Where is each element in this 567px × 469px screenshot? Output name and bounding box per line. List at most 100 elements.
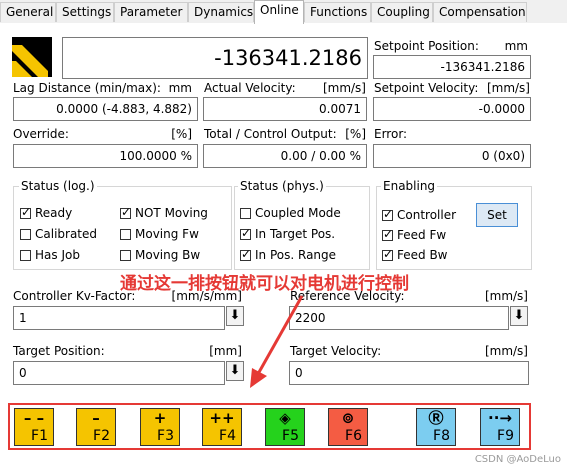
plus-icon: + — [153, 409, 167, 427]
has-job-label: Has Job — [35, 248, 80, 262]
in-pos-range-checkbox: In Pos. Range — [240, 247, 337, 262]
tab-parameter[interactable]: Parameter — [114, 2, 188, 22]
error-label: Error: — [374, 127, 408, 141]
lag-distance-field: 0.0000 (-4.883, 4.882) — [13, 97, 198, 121]
tab-coupling[interactable]: Coupling — [371, 2, 433, 22]
checkbox-checked-icon — [240, 247, 251, 261]
f9-reference-button[interactable]: ··→ F9 — [480, 408, 520, 446]
double-minus-icon: – – — [23, 409, 45, 427]
enabling-title: Enabling — [381, 179, 438, 193]
checkbox-checked-icon — [382, 207, 393, 221]
tab-online[interactable]: Online — [254, 0, 304, 24]
ready-checkbox: Ready — [20, 205, 73, 220]
f8-reset-button[interactable]: Ⓡ F8 — [416, 408, 456, 446]
status-log-title: Status (log.) — [19, 179, 97, 193]
checkbox-unchecked-icon — [120, 229, 131, 240]
setpoint-position-field: -136341.2186 — [373, 55, 531, 79]
checkbox-unchecked-icon — [240, 208, 251, 219]
override-unit: [%] — [171, 127, 192, 141]
reference-velocity-apply-button[interactable]: ⬇ — [510, 306, 528, 326]
f9-label: F9 — [497, 428, 514, 444]
controller-enable-checkbox[interactable]: Controller — [382, 207, 457, 222]
moving-bw-checkbox: Moving Bw — [120, 248, 200, 262]
target-velocity-input[interactable]: 0 — [289, 361, 529, 385]
actual-position-display: -136341.2186 — [62, 37, 368, 79]
checkbox-checked-icon — [20, 205, 31, 219]
tab-settings[interactable]: Settings — [56, 2, 114, 22]
kv-factor-unit: [mm/s/mm] — [171, 289, 242, 303]
calibrated-label: Calibrated — [35, 227, 98, 241]
f8-label: F8 — [433, 428, 450, 444]
setpoint-velocity-field: -0.0000 — [373, 97, 531, 121]
in-target-pos-checkbox: In Target Pos. — [240, 226, 336, 241]
actual-velocity-field: 0.0071 — [203, 97, 367, 121]
reference-velocity-unit: [mm/s] — [484, 289, 528, 303]
moving-fw-label: Moving Fw — [135, 227, 199, 241]
in-pos-range-label: In Pos. Range — [255, 248, 337, 262]
total-output-unit: [%] — [345, 127, 366, 141]
feed-fw-label: Feed Fw — [397, 228, 447, 242]
target-velocity-unit: [mm/s] — [484, 344, 528, 358]
reference-velocity-input[interactable]: 2200 — [289, 306, 509, 330]
f1-jog-fast-backward-button[interactable]: – – F1 — [14, 408, 54, 446]
f3-jog-forward-button[interactable]: + F3 — [140, 408, 180, 446]
error-field: 0 (0x0) — [373, 144, 531, 168]
tab-bar: General Settings Parameter Dynamics Onli… — [0, 0, 567, 24]
ready-label: Ready — [35, 206, 73, 220]
target-position-unit: [mm] — [209, 344, 242, 358]
feed-bw-checkbox[interactable]: Feed Bw — [382, 247, 448, 262]
checkbox-unchecked-icon — [120, 250, 131, 261]
coupled-mode-checkbox: Coupled Mode — [240, 206, 341, 220]
watermark: CSDN @AoDeLuo — [474, 454, 561, 465]
checkbox-unchecked-icon — [20, 229, 31, 240]
f2-label: F2 — [93, 428, 110, 444]
override-field: 100.0000 % — [13, 144, 198, 168]
f5-start-button[interactable]: ◈ F5 — [265, 408, 305, 446]
not-moving-label: NOT Moving — [135, 206, 208, 220]
checkbox-unchecked-icon — [20, 250, 31, 261]
f6-stop-button[interactable]: ⊚ F6 — [328, 408, 368, 446]
f5-label: F5 — [282, 428, 299, 444]
f2-jog-backward-button[interactable]: – F2 — [76, 408, 116, 446]
minus-icon: – — [92, 409, 100, 427]
lag-distance-unit: mm — [168, 81, 192, 95]
f1-label: F1 — [31, 428, 48, 444]
checkbox-checked-icon — [120, 205, 131, 219]
feed-fw-checkbox[interactable]: Feed Fw — [382, 227, 447, 242]
target-position-label: Target Position: — [13, 344, 105, 358]
tab-general[interactable]: General — [0, 2, 56, 22]
actual-velocity-unit: [mm/s] — [322, 81, 366, 95]
set-enabling-button[interactable]: Set — [476, 203, 518, 227]
controller-label: Controller — [397, 208, 457, 222]
moving-fw-checkbox: Moving Fw — [120, 227, 199, 241]
calibrated-checkbox: Calibrated — [20, 227, 97, 241]
arrow-down-icon: ⬇ — [513, 308, 525, 323]
moving-bw-label: Moving Bw — [135, 248, 201, 262]
feed-bw-label: Feed Bw — [397, 248, 448, 262]
f4-jog-fast-forward-button[interactable]: ++ F4 — [202, 408, 242, 446]
target-position-input[interactable]: 0 — [13, 361, 225, 385]
setpoint-velocity-unit: [mm/s] — [486, 81, 530, 95]
setpoint-velocity-label: Setpoint Velocity: — [374, 81, 479, 95]
reset-icon: Ⓡ — [428, 409, 444, 427]
kv-factor-label: Controller Kv-Factor: — [13, 289, 136, 303]
tab-functions[interactable]: Functions — [304, 2, 371, 22]
total-output-field: 0.00 / 0.00 % — [203, 144, 367, 168]
checkbox-checked-icon — [382, 227, 393, 241]
tab-dynamics[interactable]: Dynamics — [188, 2, 254, 22]
not-moving-checkbox: NOT Moving — [120, 205, 208, 220]
override-label: Override: — [13, 127, 69, 141]
arrow-down-icon: ⬇ — [229, 363, 241, 378]
kv-factor-input[interactable]: 1 — [13, 306, 225, 330]
checkbox-checked-icon — [382, 247, 393, 261]
actual-velocity-label: Actual Velocity: — [204, 81, 296, 95]
total-output-label: Total / Control Output: — [204, 127, 337, 141]
checkbox-checked-icon — [240, 226, 251, 240]
arrow-down-icon: ⬇ — [229, 308, 241, 323]
double-plus-icon: ++ — [209, 409, 235, 427]
f3-label: F3 — [157, 428, 174, 444]
in-target-pos-label: In Target Pos. — [255, 227, 336, 241]
annotation-arrow-icon — [250, 295, 304, 388]
f6-label: F6 — [345, 428, 362, 444]
tab-compensation[interactable]: Compensation — [433, 2, 527, 22]
